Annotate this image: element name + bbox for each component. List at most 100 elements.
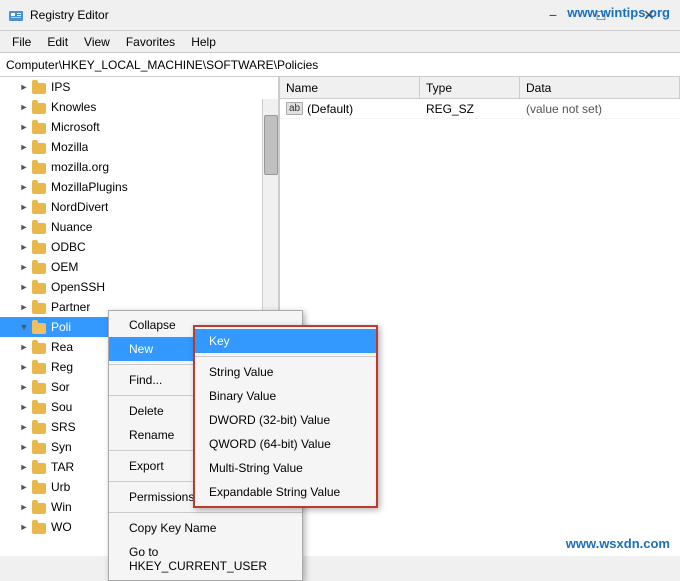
tree-item-mozilla-org[interactable]: ► mozilla.org [0, 157, 278, 177]
expander-Knowles[interactable]: ► [16, 99, 32, 115]
folder-icon-IPS [32, 80, 48, 94]
sub-item-dword[interactable]: DWORD (32-bit) Value [195, 408, 376, 432]
expander-WO[interactable]: ► [16, 519, 32, 534]
sub-item-expandable[interactable]: Expandable String Value [195, 480, 376, 504]
expander-Rea[interactable]: ► [16, 339, 32, 355]
tree-label-Mozilla: Mozilla [51, 140, 88, 154]
folder-icon-Sor [32, 380, 48, 394]
maximize-button[interactable]: □ [578, 0, 624, 31]
folder-icon-Urb [32, 480, 48, 494]
folder-icon-Rea [32, 340, 48, 354]
ctx-sep-5 [109, 512, 302, 513]
folder-icon-Nuance [32, 220, 48, 234]
tree-item-ODBC[interactable]: ► ODBC [0, 237, 278, 257]
entry-name: (Default) [307, 102, 353, 116]
sub-item-multistring[interactable]: Multi-String Value [195, 456, 376, 480]
tree-item-Microsoft[interactable]: ► Microsoft [0, 117, 278, 137]
menu-view[interactable]: View [76, 31, 118, 52]
tree-label-Nuance: Nuance [51, 220, 92, 234]
tree-label-Poli: Poli [51, 320, 71, 334]
expander-Sou[interactable]: ► [16, 399, 32, 415]
close-button[interactable]: ✕ [626, 0, 672, 31]
menu-help[interactable]: Help [183, 31, 224, 52]
expander-NordDivert[interactable]: ► [16, 199, 32, 215]
tree-label-NordDivert: NordDivert [51, 200, 108, 214]
expander-MozillaPlugins[interactable]: ► [16, 179, 32, 195]
cell-type: REG_SZ [420, 102, 520, 116]
tree-label-ODBC: ODBC [51, 240, 86, 254]
expander-Urb[interactable]: ► [16, 479, 32, 495]
tree-item-IPS[interactable]: ► IPS [0, 77, 278, 97]
menu-favorites[interactable]: Favorites [118, 31, 183, 52]
tree-label-Syn: Syn [51, 440, 72, 454]
folder-icon-Win [32, 500, 48, 514]
expander-OpenSSH[interactable]: ► [16, 279, 32, 295]
expander-Partner[interactable]: ► [16, 299, 32, 315]
sub-item-binary[interactable]: Binary Value [195, 384, 376, 408]
tree-item-Mozilla[interactable]: ► Mozilla [0, 137, 278, 157]
tree-label-Win: Win [51, 500, 72, 514]
col-header-type: Type [420, 77, 520, 98]
tree-label-Urb: Urb [51, 480, 70, 494]
tree-label-IPS: IPS [51, 80, 70, 94]
folder-icon-mozilla-org [32, 160, 48, 174]
table-row[interactable]: ab (Default) REG_SZ (value not set) [280, 99, 680, 119]
right-header: Name Type Data [280, 77, 680, 99]
tree-item-Knowles[interactable]: ► Knowles [0, 97, 278, 117]
menu-bar: File Edit View Favorites Help [0, 31, 680, 53]
app-icon [8, 7, 24, 23]
expander-Reg[interactable]: ► [16, 359, 32, 375]
expander-Poli[interactable]: ▼ [16, 319, 32, 335]
col-header-data: Data [520, 77, 680, 98]
sub-sep-1 [195, 356, 376, 357]
expander-Mozilla[interactable]: ► [16, 139, 32, 155]
expander-Microsoft[interactable]: ► [16, 119, 32, 135]
folder-icon-Sou [32, 400, 48, 414]
submenu: Key String Value Binary Value DWORD (32-… [193, 325, 378, 508]
sub-item-string[interactable]: String Value [195, 360, 376, 384]
ctx-copy-key[interactable]: Copy Key Name [109, 516, 302, 540]
window-controls: − □ ✕ [530, 0, 672, 31]
folder-icon-NordDivert [32, 200, 48, 214]
expander-mozilla-org[interactable]: ► [16, 159, 32, 175]
sub-item-qword[interactable]: QWORD (64-bit) Value [195, 432, 376, 456]
expander-IPS[interactable]: ► [16, 79, 32, 95]
expander-TAR[interactable]: ► [16, 459, 32, 475]
tree-label-WO: WO [51, 520, 72, 534]
sub-item-key[interactable]: Key [195, 329, 376, 353]
folder-icon-OEM [32, 260, 48, 274]
tree-item-OpenSSH[interactable]: ► OpenSSH [0, 277, 278, 297]
address-path: Computer\HKEY_LOCAL_MACHINE\SOFTWARE\Pol… [6, 58, 318, 72]
tree-label-Sor: Sor [51, 380, 70, 394]
tree-label-mozilla-org: mozilla.org [51, 160, 109, 174]
folder-icon-MozillaPlugins [32, 180, 48, 194]
expander-Nuance[interactable]: ► [16, 219, 32, 235]
ab-icon: ab [286, 102, 303, 115]
tree-label-Microsoft: Microsoft [51, 120, 100, 134]
ctx-goto-hkcu[interactable]: Go to HKEY_CURRENT_USER [109, 540, 302, 578]
expander-Syn[interactable]: ► [16, 439, 32, 455]
folder-icon-TAR [32, 460, 48, 474]
tree-item-Nuance[interactable]: ► Nuance [0, 217, 278, 237]
cell-data: (value not set) [520, 102, 680, 116]
expander-Sor[interactable]: ► [16, 379, 32, 395]
scrollbar-thumb[interactable] [264, 115, 278, 175]
tree-label-Sou: Sou [51, 400, 72, 414]
tree-label-OEM: OEM [51, 260, 78, 274]
menu-edit[interactable]: Edit [39, 31, 76, 52]
tree-item-NordDivert[interactable]: ► NordDivert [0, 197, 278, 217]
tree-item-MozillaPlugins[interactable]: ► MozillaPlugins [0, 177, 278, 197]
folder-icon-Microsoft [32, 120, 48, 134]
folder-icon-ODBC [32, 240, 48, 254]
folder-icon-Syn [32, 440, 48, 454]
tree-item-OEM[interactable]: ► OEM [0, 257, 278, 277]
folder-icon-WO [32, 520, 48, 534]
expander-Win[interactable]: ► [16, 499, 32, 515]
folder-icon-Partner [32, 300, 48, 314]
menu-file[interactable]: File [4, 31, 39, 52]
expander-OEM[interactable]: ► [16, 259, 32, 275]
expander-ODBC[interactable]: ► [16, 239, 32, 255]
minimize-button[interactable]: − [530, 0, 576, 31]
tree-label-Partner: Partner [51, 300, 90, 314]
expander-SRS[interactable]: ► [16, 419, 32, 435]
